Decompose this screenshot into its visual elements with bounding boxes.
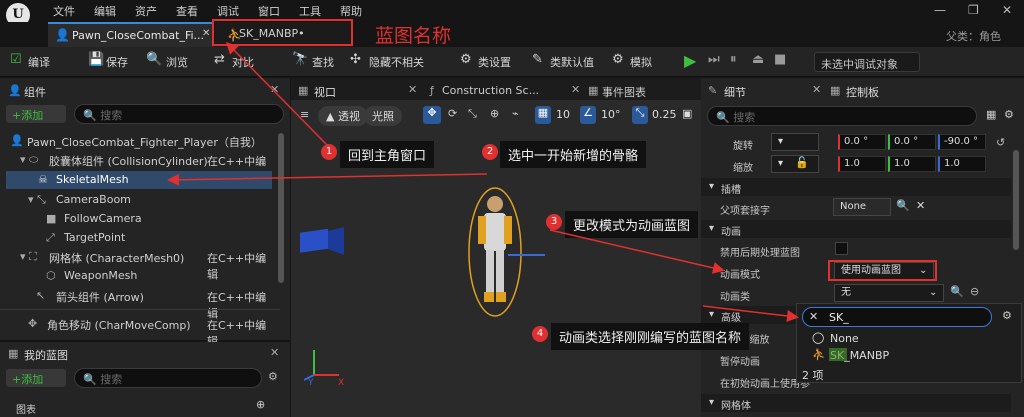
annotation-arrows: [167, 41, 799, 322]
